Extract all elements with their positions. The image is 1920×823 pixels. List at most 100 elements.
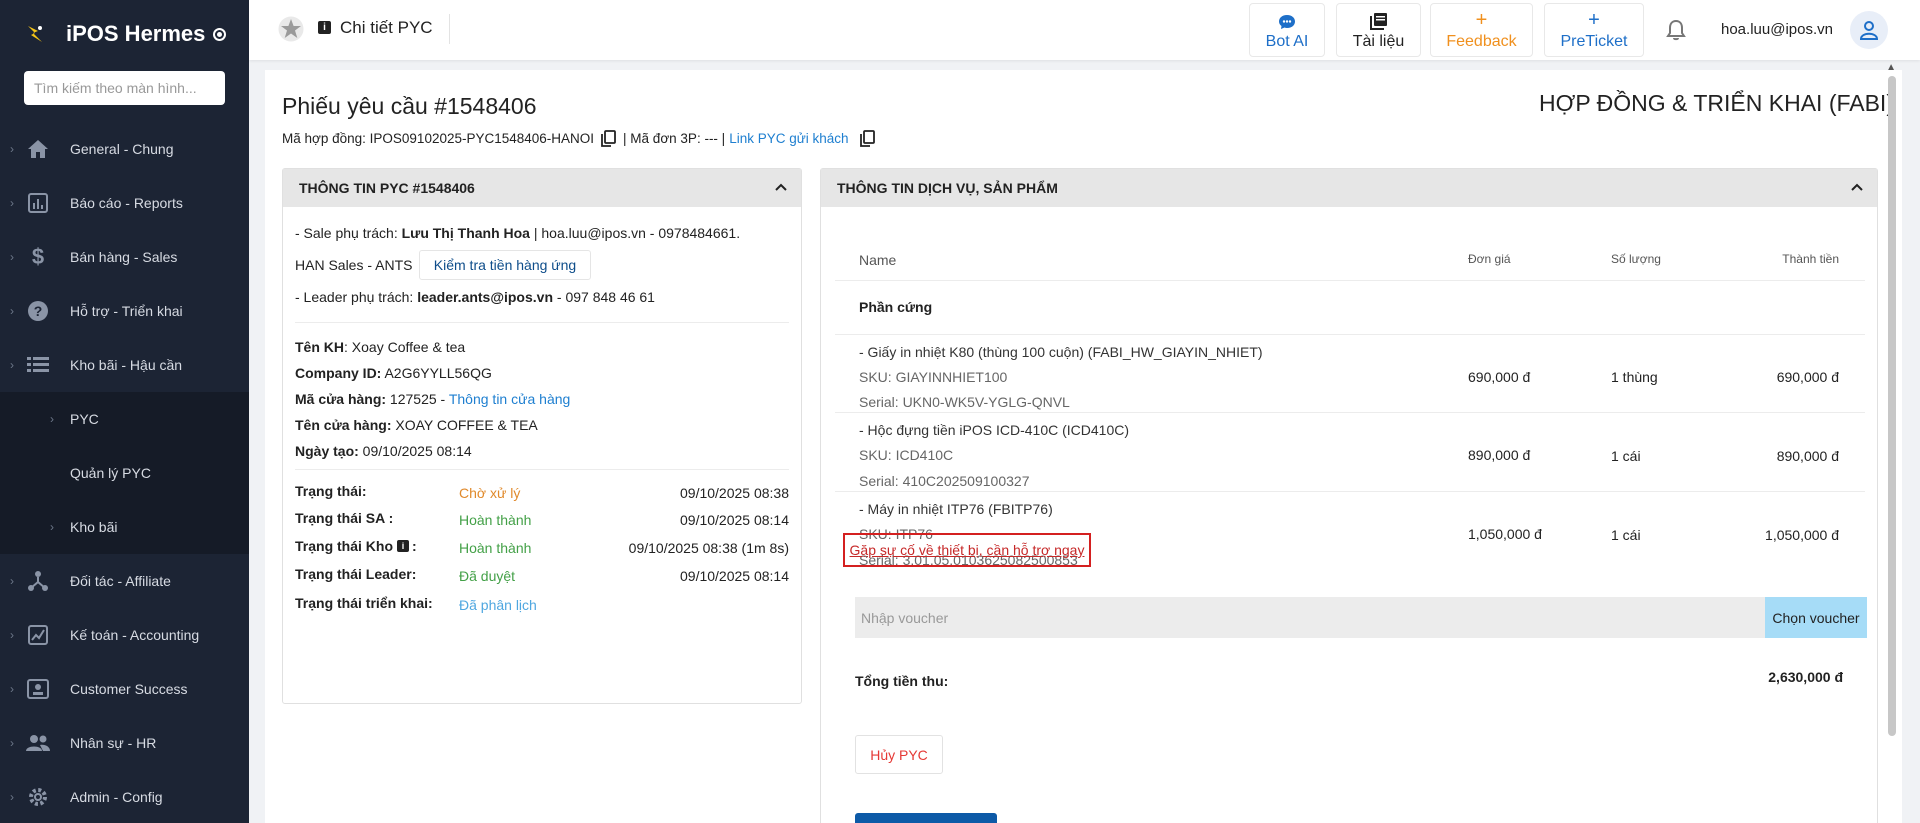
status-time: 09/10/2025 08:38 <box>680 485 789 501</box>
status-label-text: Trạng thái Kho <box>295 538 393 554</box>
sidebar-subitem-warehouse[interactable]: › Kho bãi <box>0 500 249 554</box>
star-icon[interactable] <box>278 16 304 42</box>
panel-header[interactable]: THÔNG TIN DỊCH VỤ, SẢN PHẨM <box>821 169 1877 207</box>
panel-header[interactable]: THÔNG TIN PYC #1548406 <box>283 169 801 207</box>
sidebar: iPOS Hermes › General - Chung › Báo cáo … <box>0 0 249 823</box>
home-icon <box>26 137 50 161</box>
sales-team: HAN Sales - ANTS <box>295 257 413 273</box>
sidebar-item-affiliate[interactable]: › Đối tác - Affiliate <box>0 554 249 608</box>
product-name: - Hộc đựng tiền iPOS ICD-410C (ICD410C) <box>859 422 1130 438</box>
chevron-right-icon: › <box>10 682 14 696</box>
store-code-value: 127525 - <box>386 391 449 407</box>
status-label-suffix: : <box>412 538 417 554</box>
sidebar-item-label: Đối tác - Affiliate <box>70 573 171 589</box>
total-label: Tổng tiền thu: <box>855 673 949 689</box>
company-value: A2G6YYLL56QG <box>381 365 492 381</box>
sidebar-item-label: Quản lý PYC <box>70 465 151 481</box>
chevron-up-icon[interactable] <box>1849 179 1865 195</box>
sidebar-item-hr[interactable]: › Nhân sự - HR <box>0 716 249 770</box>
radio-dot-icon[interactable] <box>213 27 227 41</box>
sidebar-item-sales[interactable]: › $ Bán hàng - Sales <box>0 230 249 284</box>
status-time: 09/10/2025 08:14 <box>680 568 789 584</box>
primary-action-button[interactable] <box>855 813 997 823</box>
status-value: Hoàn thành <box>459 512 532 528</box>
sale-prefix: - Sale phụ trách: <box>295 225 402 241</box>
created-label: Ngày tạo: <box>295 443 359 459</box>
sale-name: Lưu Thị Thanh Hoa <box>401 225 530 241</box>
preticket-button[interactable]: + PreTicket <box>1544 3 1644 57</box>
cancel-pyc-button[interactable]: Hủy PYC <box>855 735 943 774</box>
status-value: Đã duyệt <box>459 568 516 584</box>
status-label: Trạng thái triển khai: <box>295 595 433 611</box>
user-email[interactable]: hoa.luu@ipos.vn <box>1721 21 1833 38</box>
info-icon[interactable]: i <box>397 540 409 552</box>
sidebar-item-accounting[interactable]: › Kế toán - Accounting <box>0 608 249 662</box>
row-divider <box>835 280 1865 281</box>
chevron-right-icon: › <box>10 736 14 750</box>
store-code: Mã cửa hàng: 127525 - Thông tin cửa hàng <box>295 391 570 407</box>
user-avatar[interactable] <box>1850 11 1888 49</box>
sidebar-item-label: Bán hàng - Sales <box>70 249 178 265</box>
sidebar-item-reports[interactable]: › Báo cáo - Reports <box>0 176 249 230</box>
check-debt-button[interactable]: Kiểm tra tiền hàng ứng <box>419 250 591 280</box>
product-group: Phần cứng <box>859 299 933 315</box>
top-header: i Chi tiết PYC Bot AI Tài liệu + Feedbac… <box>249 0 1920 60</box>
sidebar-item-label: General - Chung <box>70 141 174 157</box>
panel-title: THÔNG TIN PYC #1548406 <box>299 180 475 196</box>
chevron-up-icon[interactable] <box>773 179 789 195</box>
docs-button[interactable]: Tài liệu <box>1336 3 1421 57</box>
sidebar-item-support[interactable]: › ? Hỗ trợ - Triển khai <box>0 284 249 338</box>
scrollbar[interactable] <box>1888 76 1896 736</box>
bot-ai-label: Bot AI <box>1265 32 1309 50</box>
bot-ai-button[interactable]: Bot AI <box>1249 3 1325 57</box>
dollar-icon: $ <box>31 244 45 269</box>
choose-voucher-button[interactable]: Chọn voucher <box>1765 597 1867 638</box>
divider <box>295 322 789 323</box>
created-value: 09/10/2025 08:14 <box>358 443 472 459</box>
voucher-input[interactable] <box>861 609 1795 626</box>
sidebar-item-warehouse[interactable]: › Kho bãi - Hậu cần <box>0 338 249 392</box>
chat-bubble-icon <box>1278 10 1296 30</box>
feedback-button[interactable]: + Feedback <box>1430 3 1533 57</box>
support-request-box: Gặp sự cố về thiết bị, cần hỗ trợ ngay <box>843 533 1091 567</box>
sidebar-search-input[interactable] <box>34 80 215 96</box>
link-pyc-customer[interactable]: Link PYC gửi khách <box>729 131 848 146</box>
product-name: - Giấy in nhiệt K80 (thùng 100 cuộn) (FA… <box>859 344 1263 360</box>
support-request-link[interactable]: Gặp sự cố về thiết bị, cần hỗ trợ ngay <box>850 542 1085 558</box>
sidebar-item-label: Kho bãi <box>70 519 118 535</box>
product-price: 890,000 đ <box>1468 447 1531 463</box>
brand[interactable]: iPOS Hermes <box>0 0 249 68</box>
docs-label: Tài liệu <box>1352 32 1405 50</box>
voucher-box <box>855 597 1795 638</box>
sidebar-subitem-manage-pyc[interactable]: Quản lý PYC <box>0 446 249 500</box>
store-code-label: Mã cửa hàng: <box>295 391 387 407</box>
product-name: - Máy in nhiệt ITP76 (FBITP76) <box>859 501 1053 517</box>
sidebar-item-label: Kho bãi - Hậu cần <box>70 357 183 373</box>
sidebar-search <box>24 71 225 105</box>
book-icon <box>1369 10 1388 30</box>
service-product-panel: THÔNG TIN DỊCH VỤ, SẢN PHẨM Name Đơn giá… <box>820 168 1878 823</box>
sidebar-item-customer-success[interactable]: › Customer Success <box>0 662 249 716</box>
sidebar-item-admin[interactable]: › Admin - Config <box>0 770 249 823</box>
product-qty: 1 cái <box>1611 527 1641 543</box>
order-3p: | Mã đơn 3P: --- | <box>623 131 726 146</box>
copy-icon[interactable] <box>859 130 876 147</box>
status-value: Đã phân lịch <box>459 597 537 613</box>
list-icon <box>26 353 50 377</box>
preticket-label: PreTicket <box>1560 32 1628 50</box>
product-price: 690,000 đ <box>1468 369 1531 385</box>
sidebar-item-general[interactable]: › General - Chung <box>0 122 249 176</box>
product-serial: Serial: UKN0-WK5V-YGLG-QNVL <box>859 394 1070 410</box>
store-info-link[interactable]: Thông tin cửa hàng <box>449 391 570 407</box>
sidebar-subitem-pyc[interactable]: › PYC <box>0 392 249 446</box>
bell-icon[interactable] <box>1664 18 1688 42</box>
chart-box-icon <box>26 623 50 647</box>
copy-icon[interactable] <box>600 130 617 147</box>
info-icon[interactable]: i <box>318 21 331 34</box>
warehouse-submenu: › PYC Quản lý PYC › Kho bãi <box>0 392 249 554</box>
leader-info: - Leader phụ trách: leader.ants@ipos.vn … <box>295 289 655 305</box>
scroll-up-arrow-icon[interactable]: ▲ <box>1886 62 1896 73</box>
store-name-value: XOAY COFFEE & TEA <box>391 417 538 433</box>
page-header-title: Chi tiết PYC <box>340 18 433 37</box>
chevron-right-icon: › <box>50 520 54 534</box>
